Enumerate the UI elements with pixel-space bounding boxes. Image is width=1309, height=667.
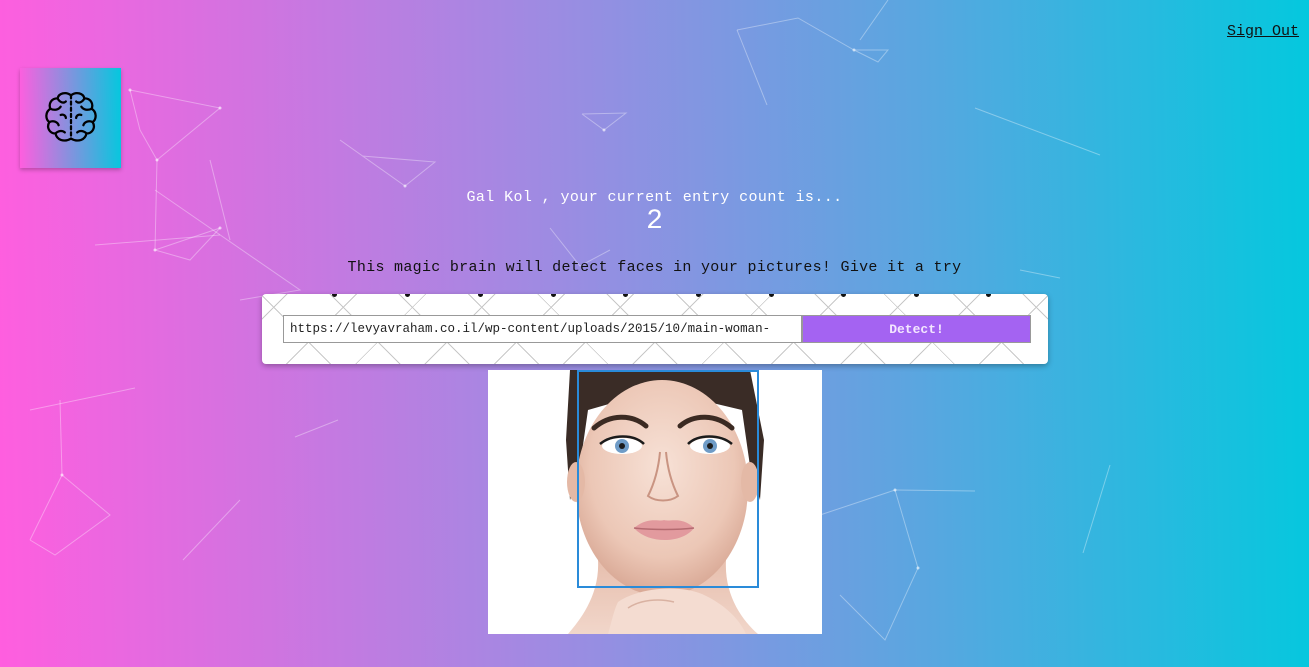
sign-out-link[interactable]: Sign Out: [1227, 23, 1299, 40]
logo: [20, 68, 121, 168]
entry-count-message: Gal Kol , your current entry count is...: [466, 189, 843, 206]
face-bounding-box: [577, 370, 759, 588]
face-image: [488, 370, 822, 634]
detect-button[interactable]: Detect!: [802, 315, 1031, 343]
decorative-dots: [262, 294, 1048, 298]
image-link-form: Detect!: [262, 294, 1048, 364]
image-url-input[interactable]: [283, 315, 802, 343]
entry-count-value: 2: [646, 206, 663, 237]
intro-text: This magic brain will detect faces in yo…: [347, 259, 962, 276]
brain-icon: [44, 91, 97, 142]
